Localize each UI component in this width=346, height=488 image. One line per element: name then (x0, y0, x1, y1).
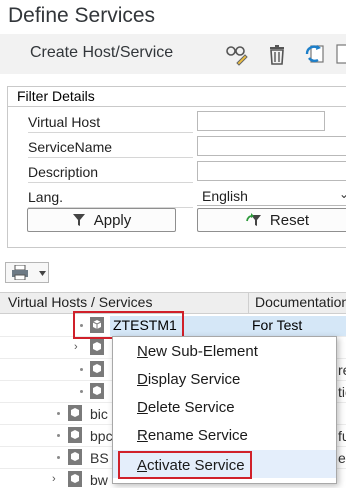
tree-leaf-dot (57, 412, 60, 415)
language-label: Lang. (28, 187, 193, 208)
column-separator[interactable] (248, 292, 249, 314)
menu-accelerator: D (137, 399, 148, 416)
description-label: Description (28, 162, 193, 183)
tree-item-bic[interactable]: bic (90, 406, 108, 422)
service-name-input[interactable] (197, 136, 346, 156)
reset-funnel-icon (246, 213, 261, 226)
doc-fragment: fu (338, 428, 346, 444)
doc-fragment: e (338, 450, 346, 466)
print-menu-button[interactable] (5, 262, 49, 283)
service-cube-icon (90, 361, 104, 377)
menu-accelerator: R (137, 427, 148, 444)
service-cube-icon (90, 383, 104, 399)
tree-expander-icon[interactable]: › (52, 473, 56, 485)
tree-item-bw[interactable]: bw (90, 472, 108, 488)
service-cube-icon (68, 427, 82, 443)
tree-leaf-dot (80, 390, 83, 393)
apply-button[interactable]: Apply (27, 208, 176, 232)
service-name-label: ServiceName (28, 137, 193, 158)
funnel-icon (72, 214, 85, 226)
menu-accelerator: D (137, 371, 148, 388)
tree-item-bs[interactable]: BS (90, 450, 109, 466)
reset-button[interactable]: Reset (197, 208, 346, 232)
menu-item-label: ename Service (147, 427, 248, 444)
tree-leaf-dot (57, 434, 60, 437)
page-title: Define Services (8, 4, 156, 27)
tree-item-bpc[interactable]: bpc (90, 428, 113, 444)
service-cube-icon (68, 449, 82, 465)
highlight-box-ztestm1 (73, 311, 184, 339)
chevron-down-icon[interactable]: ⌄ (339, 187, 346, 201)
apply-button-label: Apply (93, 211, 132, 229)
column-header-documentation[interactable]: Documentation (255, 294, 346, 310)
reset-button-label: Reset (269, 211, 310, 229)
menu-item-new-sub-element[interactable]: New Sub-Element (137, 343, 258, 360)
document-icon[interactable] (335, 42, 346, 66)
menu-item-label: isplay Service (147, 371, 241, 388)
language-select[interactable]: English (197, 186, 346, 206)
tree-expander-icon[interactable]: › (74, 341, 78, 353)
create-host-service-button[interactable]: Create Host/Service (30, 44, 173, 62)
doc-fragment: rea (338, 362, 346, 378)
tree-leaf-dot (57, 456, 60, 459)
doc-fragment: tio (338, 384, 346, 400)
service-cube-icon (68, 471, 82, 487)
menu-item-label: ew Sub-Element (147, 343, 258, 360)
filter-title: Filter Details (17, 88, 95, 104)
caret-down-icon (39, 271, 46, 276)
printer-icon (12, 265, 28, 280)
service-cube-icon (68, 405, 82, 421)
column-header-virtual-hosts[interactable]: Virtual Hosts / Services (8, 294, 152, 310)
menu-accelerator: N (137, 343, 148, 360)
highlight-box-activate-service (118, 451, 252, 479)
description-input[interactable] (197, 161, 346, 181)
menu-item-rename-service[interactable]: Rename Service (137, 427, 248, 444)
service-cube-icon (90, 339, 104, 355)
refresh-document-icon[interactable] (303, 42, 327, 66)
trash-icon[interactable] (265, 42, 289, 66)
menu-item-label: elete Service (147, 399, 235, 416)
virtual-host-input[interactable] (197, 111, 325, 131)
virtual-host-label: Virtual Host (28, 112, 193, 133)
service-doc-ztestm1[interactable]: For Test (252, 317, 302, 333)
tree-leaf-dot (80, 368, 83, 371)
menu-item-display-service[interactable]: Display Service (137, 371, 240, 388)
glasses-pencil-icon[interactable] (224, 42, 248, 66)
menu-item-delete-service[interactable]: Delete Service (137, 399, 235, 416)
